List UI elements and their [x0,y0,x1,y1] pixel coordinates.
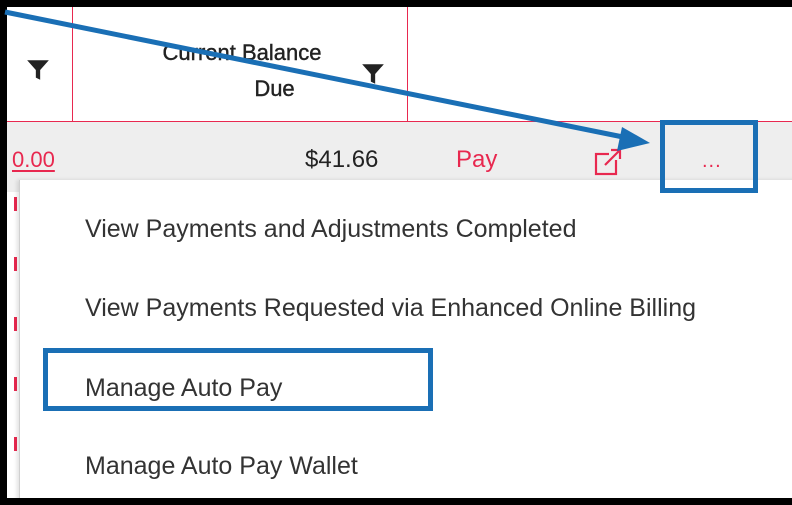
menu-item-manage-auto-pay-wallet[interactable]: Manage Auto Pay Wallet [85,452,358,481]
external-link-icon[interactable] [592,146,624,178]
column-header-current-balance-due[interactable]: Current Balance Due [112,35,372,107]
row-edge-marks [14,187,17,498]
highlight-box-more-actions [660,120,758,193]
menu-item-view-payments-adjustments[interactable]: View Payments and Adjustments Completed [85,215,576,244]
highlight-box-manage-auto-pay [43,348,433,411]
column-divider [72,7,73,122]
pay-link[interactable]: Pay [456,146,497,174]
header-label-line1: Current Balance [162,40,322,65]
current-balance-value: $41.66 [305,146,379,173]
amount-link[interactable]: 0.00 [12,147,55,173]
table-header-row: Current Balance Due [7,7,792,122]
screenshot-frame: Current Balance Due 0.00 $41.66 Pay ... [0,0,792,505]
filter-icon[interactable] [25,57,51,83]
header-label-line2: Due [254,76,295,101]
column-divider [407,7,408,122]
actions-dropdown-menu: View Payments and Adjustments Completed … [19,180,792,498]
filter-icon[interactable] [360,61,386,87]
menu-item-view-payments-requested[interactable]: View Payments Requested via Enhanced Onl… [85,294,696,323]
